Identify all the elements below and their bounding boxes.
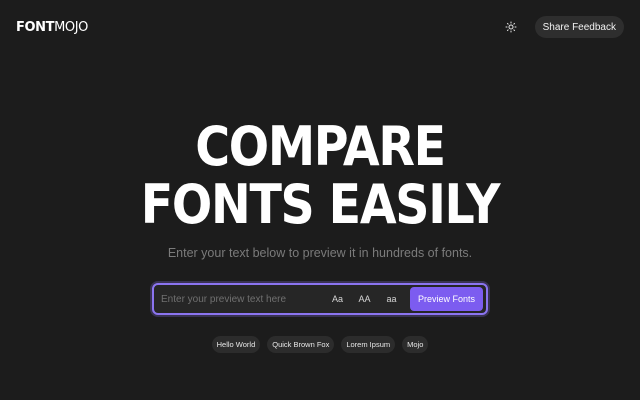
chip-hello-world[interactable]: Hello World [211,336,261,353]
logo[interactable]: FONT MOJO [16,20,88,35]
sun-icon [505,21,517,33]
theme-toggle-button[interactable] [501,17,521,37]
preview-fonts-button[interactable]: Preview Fonts [409,287,483,311]
chip-mojo[interactable]: Mojo [402,336,429,353]
hero-title-line-2: FONTS EASILY [140,173,501,236]
logo-mojo-text: MOJO [54,19,89,35]
header-actions: Share Feedback [501,16,624,38]
top-bar: FONT MOJO Share Feedback [0,0,640,54]
suggestion-chips: Hello World Quick Brown Fox Lorem Ipsum … [0,336,640,353]
case-upper-button[interactable]: AA [351,287,378,311]
case-lower-button[interactable]: aa [378,287,405,311]
chip-lorem-ipsum[interactable]: Lorem Ipsum [341,336,396,353]
preview-bar: Aa AA aa Preview Fonts [152,283,488,315]
hero: COMPARE FONTS EASILY Enter your text bel… [0,118,640,261]
chip-quick-brown-fox[interactable]: Quick Brown Fox [267,336,335,353]
logo-font-text: FONT [16,19,55,35]
hero-title: COMPARE FONTS EASILY [38,118,601,234]
case-title-button[interactable]: Aa [324,287,351,311]
hero-title-line-1: COMPARE [195,115,446,178]
preview-text-input[interactable] [161,287,324,311]
hero-subtitle: Enter your text below to preview it in h… [167,246,473,260]
share-feedback-button[interactable]: Share Feedback [534,16,624,38]
